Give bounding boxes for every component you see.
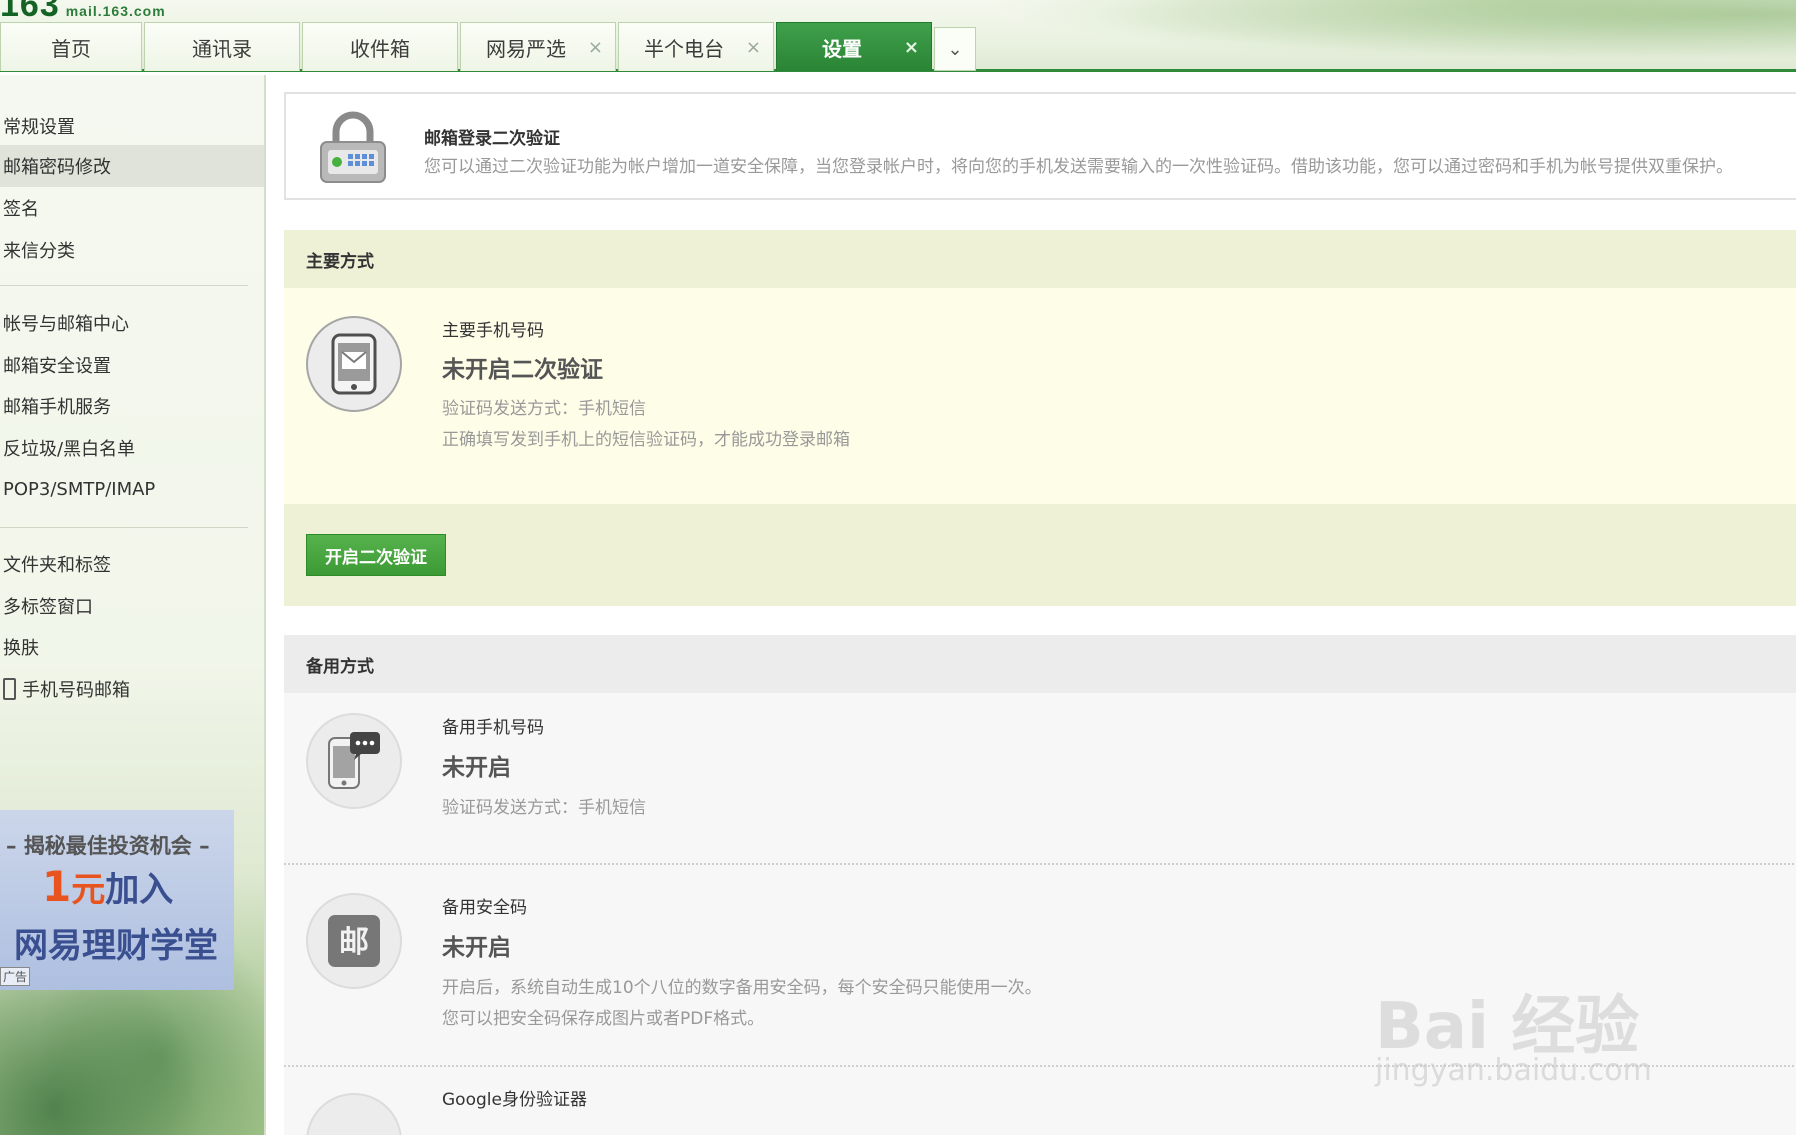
logo-mark: 163	[0, 0, 60, 24]
tab-label: 收件箱	[350, 36, 410, 61]
row-divider	[284, 863, 1796, 865]
tab-label: 通讯录	[192, 36, 252, 61]
primary-method-card: 主要手机号码 未开启二次验证 验证码发送方式：手机短信 正确填写发到手机上的短信…	[284, 288, 1796, 504]
sidebar-item-label: 多标签窗口	[3, 597, 93, 618]
tab-overflow-button[interactable]: ⌄	[934, 27, 976, 71]
primary-delivery-note: 验证码发送方式：手机短信	[442, 399, 646, 419]
logo-domain: mail.163.com	[65, 3, 166, 19]
settings-sidebar: 常规设置 邮箱密码修改 签名 来信分类 帐号与邮箱中心 邮箱安全设置 邮箱手机服…	[0, 75, 266, 1135]
tab-label: 设置	[822, 36, 862, 61]
backup-methods: 备用手机号码 未开启 验证码发送方式：手机短信 邮 备用安全码 未开启 开启后，…	[284, 693, 1796, 1135]
intro-title: 邮箱登录二次验证	[424, 129, 560, 149]
sidebar-item-label: 邮箱手机服务	[3, 397, 111, 418]
sidebar-item-multitab[interactable]: 多标签窗口	[0, 585, 264, 627]
mail-logo[interactable]: 163 mail.163.com	[0, 0, 166, 24]
sidebar-item-phone-mailbox[interactable]: 手机号码邮箱	[0, 668, 264, 710]
backup-phone-label: 备用手机号码	[442, 718, 544, 738]
sidebar-item-general[interactable]: 常规设置	[0, 105, 264, 147]
sidebar-item-password[interactable]: 邮箱密码修改	[0, 145, 264, 187]
primary-instruction-note: 正确填写发到手机上的短信验证码，才能成功登录邮箱	[442, 430, 850, 450]
sidebar-item-label: 签名	[3, 199, 39, 220]
phone-icon	[3, 678, 16, 700]
backup-code-label: 备用安全码	[442, 898, 527, 918]
section-title: 主要方式	[306, 251, 374, 272]
backup-code-icon: 邮	[306, 893, 402, 989]
header-background	[896, 0, 1796, 72]
sidebar-item-skin[interactable]: 换肤	[0, 626, 264, 668]
ad-offer: 1元加入	[42, 862, 173, 911]
backup-code-format-note: 您可以把安全码保存成图片或者PDF格式。	[442, 1009, 765, 1029]
sidebar-item-pop3[interactable]: POP3/SMTP/IMAP	[0, 468, 264, 510]
tab-home[interactable]: 首页	[0, 22, 142, 71]
primary-status: 未开启二次验证	[442, 357, 603, 383]
tab-bar: 首页 通讯录 收件箱 网易严选 × 半个电台 × 设置 × ⌄	[0, 22, 976, 72]
mobile-envelope-icon	[331, 333, 377, 395]
tab-label: 网易严选	[486, 36, 566, 61]
ad-offer-unit: 元	[71, 870, 106, 910]
authenticator-label: Google身份验证器	[442, 1090, 587, 1110]
sidebar-item-label: 反垃圾/黑白名单	[3, 439, 136, 460]
sidebar-item-security[interactable]: 邮箱安全设置	[0, 344, 264, 386]
primary-section-heading: 主要方式	[284, 230, 1796, 288]
ad-banner[interactable]: – 揭秘最佳投资机会 – 1元加入 网易理财学堂 广告	[0, 810, 234, 990]
primary-actions: 开启二次验证	[284, 504, 1796, 606]
tab-radio[interactable]: 半个电台 ×	[618, 22, 774, 71]
sidebar-item-mobile[interactable]: 邮箱手机服务	[0, 385, 264, 427]
intro-panel: 邮箱登录二次验证 您可以通过二次验证功能为帐户增加一道安全保障，当您登录帐户时，…	[284, 92, 1796, 200]
ad-offer-number: 1	[42, 862, 72, 911]
sidebar-item-label: 邮箱密码修改	[3, 157, 111, 178]
ad-headline: – 揭秘最佳投资机会 –	[6, 834, 210, 858]
phone-mail-icon	[306, 316, 402, 412]
sidebar-item-label: 帐号与邮箱中心	[3, 314, 129, 335]
sidebar-item-label: 文件夹和标签	[3, 555, 111, 576]
two-factor-settings: 邮箱登录二次验证 您可以通过二次验证功能为帐户增加一道安全保障，当您登录帐户时，…	[284, 90, 1796, 1135]
backup-code-status: 未开启	[442, 935, 511, 961]
sidebar-item-label: 手机号码邮箱	[22, 680, 130, 701]
sidebar-item-label: 邮箱安全设置	[3, 356, 111, 377]
top-header: 163 mail.163.com 首页 通讯录 收件箱 网易严选 × 半个电台 ×…	[0, 0, 1796, 72]
close-icon[interactable]: ×	[746, 37, 761, 58]
sidebar-item-label: 常规设置	[3, 117, 75, 138]
sidebar-item-folders[interactable]: 文件夹和标签	[0, 543, 264, 585]
backup-phone-status: 未开启	[442, 755, 511, 781]
tab-inbox[interactable]: 收件箱	[302, 22, 458, 71]
ad-offer-text: 加入	[105, 870, 174, 910]
backup-phone-note: 验证码发送方式：手机短信	[442, 798, 646, 818]
sidebar-item-antispam[interactable]: 反垃圾/黑白名单	[0, 427, 264, 469]
backup-section-heading: 备用方式	[284, 635, 1796, 693]
lock-icon	[320, 111, 386, 183]
sidebar-item-account[interactable]: 帐号与邮箱中心	[0, 302, 264, 344]
sidebar-divider	[0, 285, 248, 286]
close-icon[interactable]: ×	[904, 37, 919, 58]
tab-label: 半个电台	[644, 36, 724, 61]
section-title: 备用方式	[306, 656, 374, 677]
backup-phone-icon	[306, 713, 402, 809]
chat-phone-icon	[328, 732, 380, 789]
sidebar-item-label: 换肤	[3, 638, 39, 659]
sidebar-item-label: 来信分类	[3, 241, 75, 262]
tab-yanxuan[interactable]: 网易严选 ×	[460, 22, 616, 71]
authenticator-icon	[306, 1093, 402, 1135]
sidebar-divider	[0, 527, 248, 528]
tab-label: 首页	[51, 36, 91, 61]
chevron-down-icon: ⌄	[947, 38, 963, 60]
stamp-icon: 邮	[328, 915, 380, 967]
tab-settings[interactable]: 设置 ×	[776, 22, 932, 71]
sidebar-item-signature[interactable]: 签名	[0, 187, 264, 229]
sidebar-item-label: POP3/SMTP/IMAP	[3, 478, 156, 500]
close-icon[interactable]: ×	[588, 37, 603, 58]
enable-2fa-button[interactable]: 开启二次验证	[306, 534, 446, 576]
primary-phone-label: 主要手机号码	[442, 321, 544, 341]
ad-tag: 广告	[0, 967, 31, 986]
sidebar-item-filters[interactable]: 来信分类	[0, 229, 264, 271]
svg-text:邮: 邮	[339, 925, 369, 960]
tab-contacts[interactable]: 通讯录	[144, 22, 300, 71]
intro-description: 您可以通过二次验证功能为帐户增加一道安全保障，当您登录帐户时，将向您的手机发送需…	[424, 157, 1733, 177]
row-divider	[284, 1065, 1796, 1067]
backup-code-note: 开启后，系统自动生成10个八位的数字备用安全码，每个安全码只能使用一次。	[442, 978, 1042, 998]
ad-brand: 网易理财学堂	[14, 926, 218, 966]
